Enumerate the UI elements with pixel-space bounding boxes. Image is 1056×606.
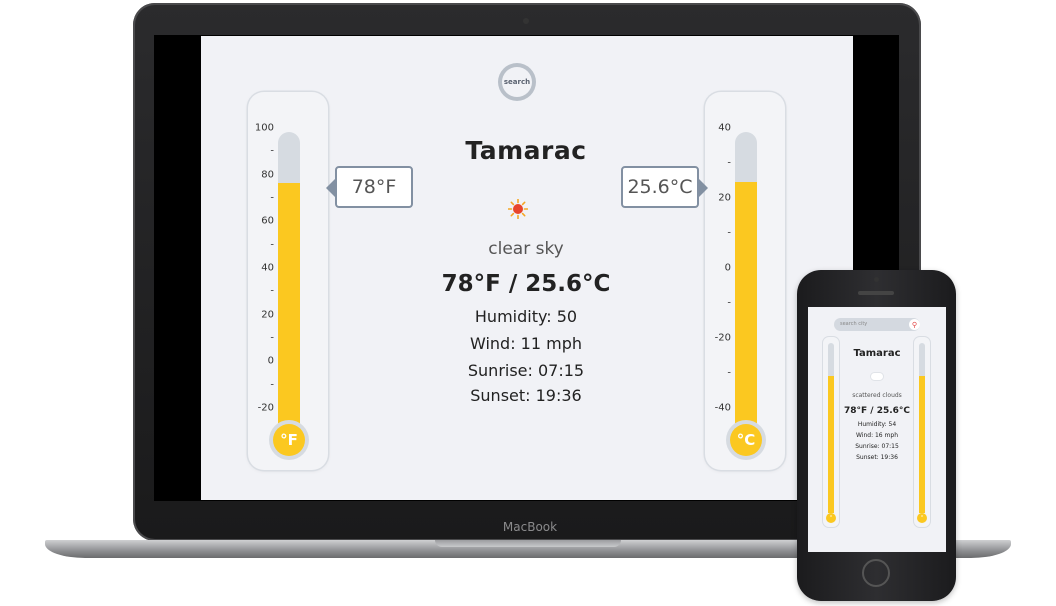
scale-tick: 0 — [724, 262, 731, 274]
phone-celsius-bulb: ° — [917, 513, 927, 523]
fahrenheit-thermometer: 100-80-60-40-20-0- -20 °F — [248, 92, 328, 470]
sunset-text: Sunset: 19:36 — [470, 386, 582, 405]
phone-temperature-summary: 78°F / 25.6°C — [843, 406, 911, 416]
scale-tick: -20 — [257, 402, 274, 414]
scale-tick: - — [727, 367, 731, 379]
scale-tick: 20 — [261, 309, 274, 321]
sun-icon — [508, 199, 528, 219]
phone-wind-text: Wind: 16 mph — [855, 432, 898, 439]
phone-city-name: Tamarac — [853, 348, 901, 359]
fahrenheit-tube — [278, 132, 300, 432]
scale-tick: 60 — [261, 215, 274, 227]
scale-tick: - — [727, 157, 731, 169]
scale-tick: 40 — [261, 262, 274, 274]
scale-tick: - — [727, 297, 731, 309]
celsius-bulb: °C — [726, 420, 766, 460]
scale-tick: - — [727, 227, 731, 239]
celsius-tube — [735, 132, 757, 432]
laptop-screen: search 100-80-60-40-20-0- -20 °F 78°F 40-… — [201, 36, 853, 500]
scale-tick: - — [270, 379, 274, 391]
phone-sunset-text: Sunset: 19:36 — [856, 454, 898, 461]
scale-tick: 80 — [261, 169, 274, 181]
celsius-scale: 40-20-0- -20- -40 — [705, 123, 733, 428]
search-button-label: search — [502, 67, 532, 97]
fahrenheit-scale: 100-80-60-40-20-0- -20 — [248, 123, 276, 428]
laptop-brand-label: MacBook — [502, 520, 558, 534]
phone-screen: search city ⚲ ° ° Tamarac scattered clou… — [808, 307, 946, 552]
weather-description: clear sky — [488, 239, 564, 259]
cloud-icon — [871, 373, 883, 380]
phone-sunrise-text: Sunrise: 07:15 — [855, 443, 899, 450]
phone-weather-description: scattered clouds — [852, 392, 902, 399]
laptop-notch — [435, 540, 621, 547]
phone-fahrenheit-bulb: ° — [826, 513, 836, 523]
celsius-mercury — [735, 182, 757, 432]
fahrenheit-reading: 78°F — [326, 166, 413, 208]
scale-tick: -20 — [714, 332, 731, 344]
phone-celsius-tube — [919, 343, 925, 513]
scale-tick: 0 — [267, 355, 274, 367]
celsius-reading: 25.6°C — [621, 166, 708, 208]
scale-tick: 20 — [718, 192, 731, 204]
phone-humidity-text: Humidity: 54 — [857, 421, 897, 428]
phone-speaker — [858, 291, 894, 295]
scale-tick: 40 — [718, 122, 731, 134]
celsius-unit-icon: °C — [730, 424, 762, 456]
scale-tick: - — [270, 332, 274, 344]
scale-tick: 100 — [254, 122, 274, 134]
fahrenheit-bulb: °F — [269, 420, 309, 460]
humidity-text: Humidity: 50 — [474, 307, 578, 326]
city-name: Tamarac — [465, 136, 587, 165]
temperature-summary: 78°F / 25.6°C — [441, 271, 611, 297]
phone-fahrenheit-tube — [828, 343, 834, 513]
scale-tick: - — [270, 145, 274, 157]
sunrise-text: Sunrise: 07:15 — [467, 361, 585, 380]
search-icon[interactable]: ⚲ — [909, 319, 920, 330]
fahrenheit-unit-icon: °F — [273, 424, 305, 456]
phone-home-button[interactable] — [862, 559, 890, 587]
scale-tick: - — [270, 285, 274, 297]
scale-tick: -40 — [714, 402, 731, 414]
wind-text: Wind: 11 mph — [469, 334, 582, 353]
celsius-thermometer: 40-20-0- -20- -40 °C — [705, 92, 785, 470]
phone-camera — [874, 277, 879, 282]
phone-search-input[interactable]: search city — [834, 318, 920, 331]
fahrenheit-mercury — [278, 183, 300, 432]
scale-tick: - — [270, 192, 274, 204]
laptop-camera — [523, 18, 529, 24]
search-button[interactable]: search — [498, 63, 536, 101]
scale-tick: - — [270, 239, 274, 251]
